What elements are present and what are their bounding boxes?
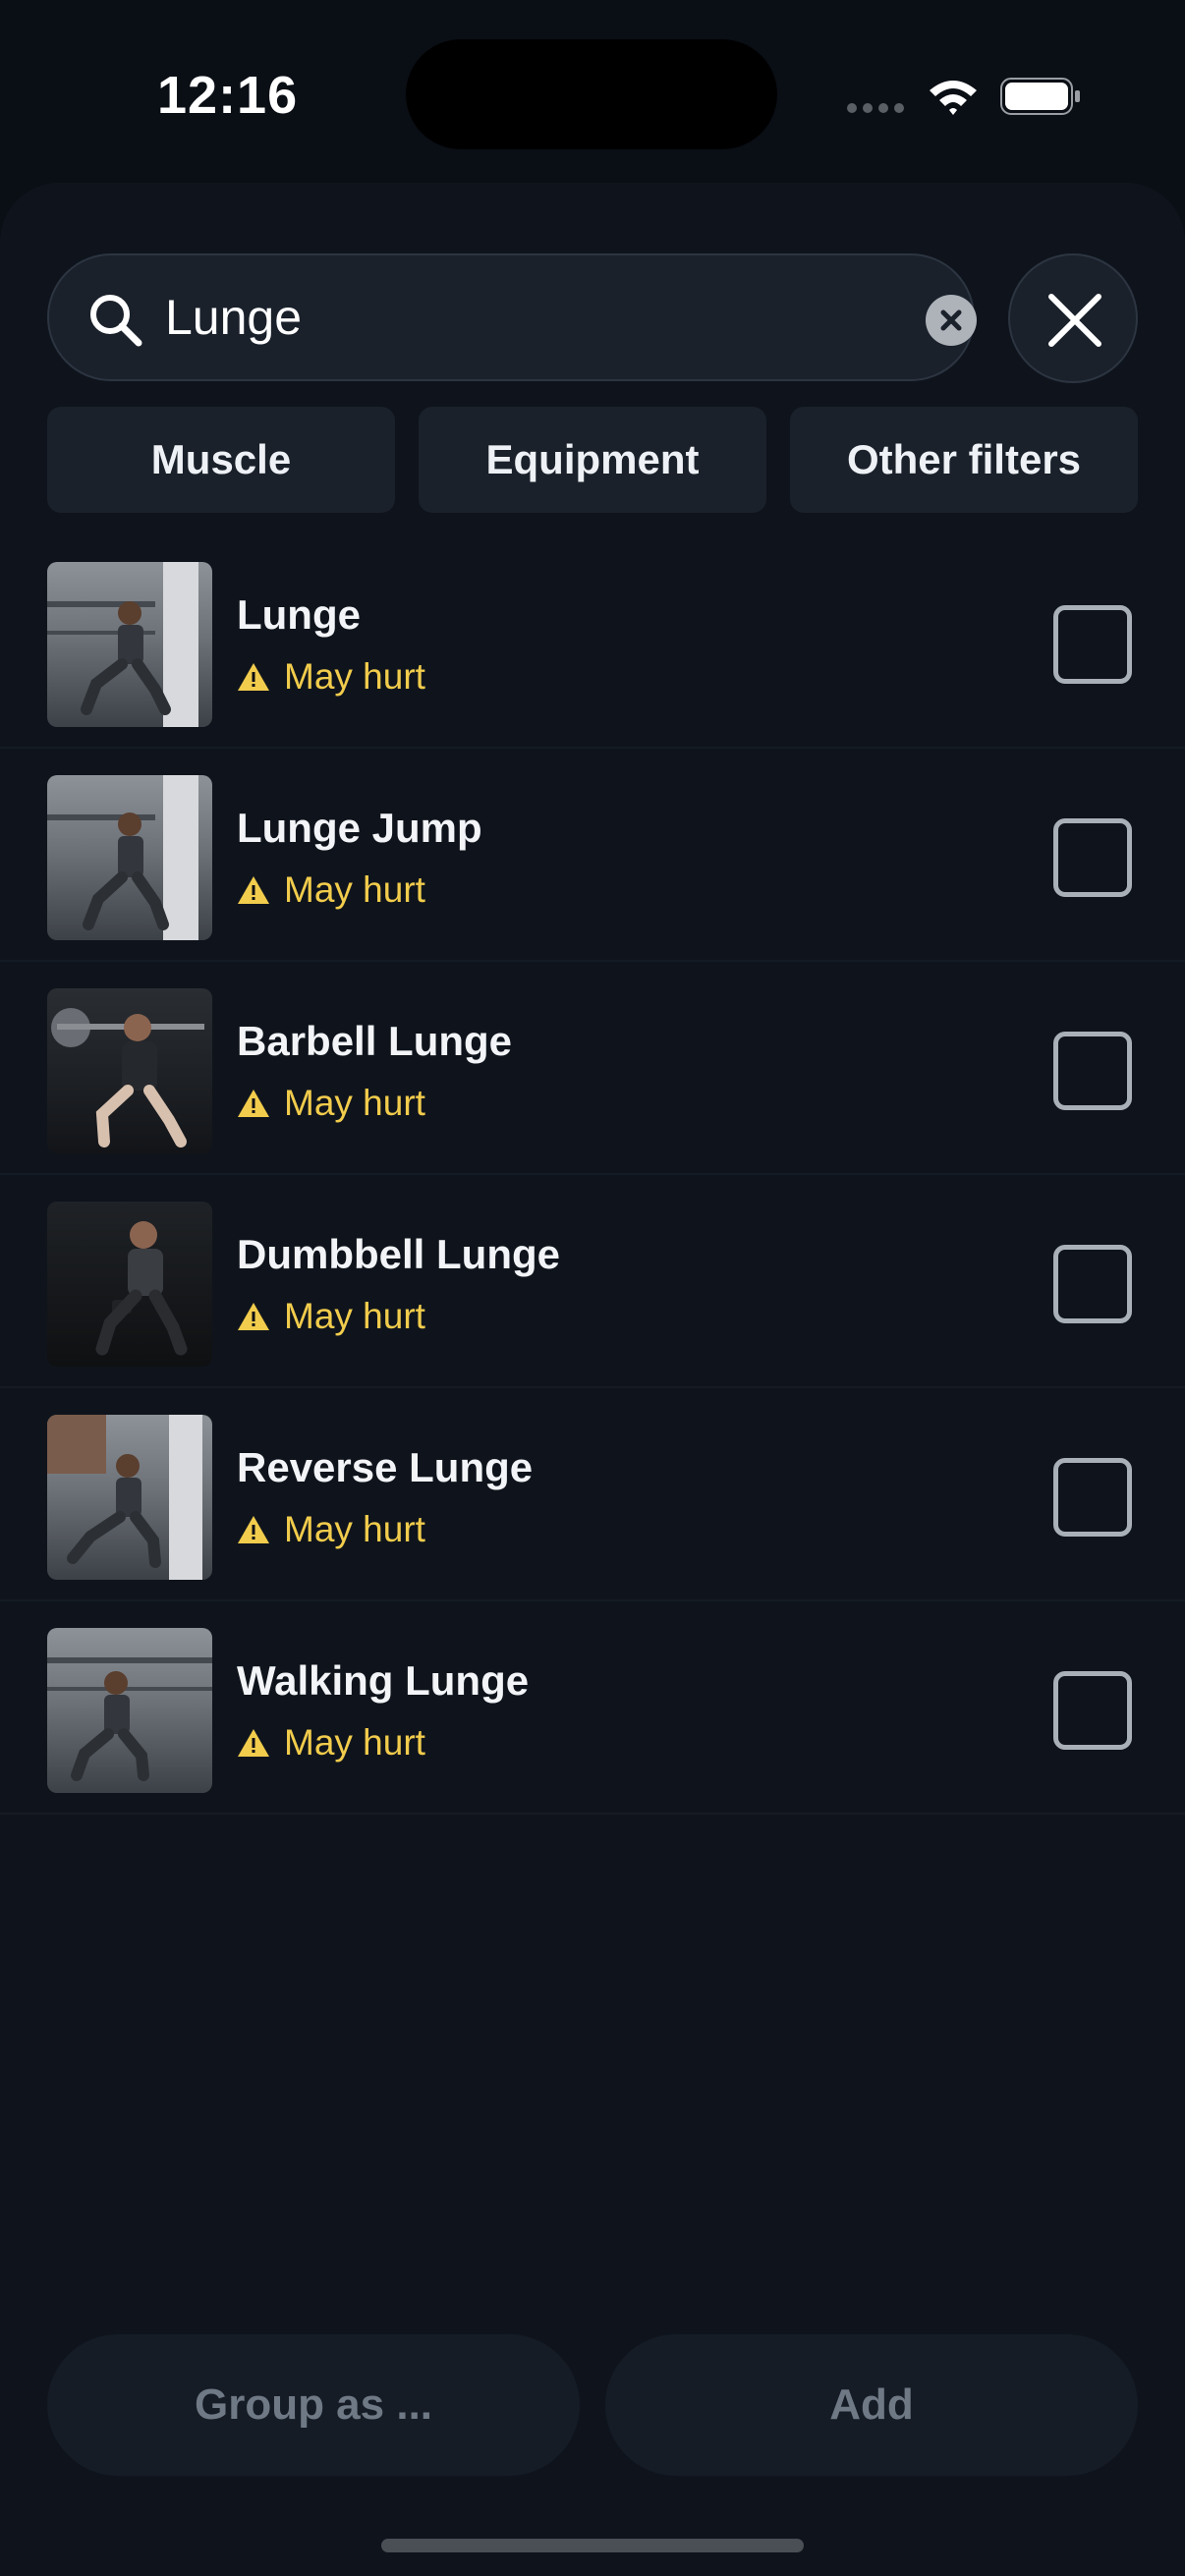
warning-text: May hurt xyxy=(284,1722,425,1763)
filter-muscle-button[interactable]: Muscle xyxy=(47,407,395,513)
exercise-name: Reverse Lunge xyxy=(237,1444,534,1490)
exercise-thumbnail xyxy=(47,1415,212,1580)
wifi-icon xyxy=(930,81,977,115)
warning-icon xyxy=(238,1090,269,1117)
exercise-checkbox[interactable] xyxy=(1053,1032,1132,1110)
exercise-checkbox[interactable] xyxy=(1053,1245,1132,1323)
exercise-row-lunge-jump[interactable]: Lunge Jump May hurt xyxy=(0,750,1185,962)
warning-icon xyxy=(238,663,269,691)
warning-badge: May hurt xyxy=(237,1296,425,1337)
warning-text: May hurt xyxy=(284,656,425,697)
exercise-checkbox[interactable] xyxy=(1053,605,1132,684)
exercise-checkbox[interactable] xyxy=(1053,1458,1132,1537)
clear-search-icon[interactable] xyxy=(926,295,977,346)
exercise-name: Walking Lunge xyxy=(237,1657,530,1704)
filter-other-button[interactable]: Other filters xyxy=(790,407,1138,513)
search-icon xyxy=(90,295,142,347)
exercise-thumbnail xyxy=(47,775,212,940)
warning-badge: May hurt xyxy=(237,1722,425,1764)
warning-text: May hurt xyxy=(284,1296,425,1336)
warning-icon xyxy=(238,876,269,904)
close-button[interactable] xyxy=(1008,253,1138,383)
exercise-row-lunge[interactable]: Lunge May hurt xyxy=(0,536,1185,749)
warning-badge: May hurt xyxy=(237,1083,425,1124)
cellular-signal-icon xyxy=(847,103,904,113)
exercise-name: Lunge Jump xyxy=(237,805,482,851)
exercise-name: Barbell Lunge xyxy=(237,1018,513,1064)
exercise-thumbnail xyxy=(47,1202,212,1367)
warning-text: May hurt xyxy=(284,1509,425,1549)
search-bar[interactable] xyxy=(47,253,977,381)
group-as-button[interactable]: Group as ... xyxy=(47,2334,580,2476)
filter-equipment-button[interactable]: Equipment xyxy=(419,407,766,513)
warning-text: May hurt xyxy=(284,1083,425,1123)
warning-icon xyxy=(238,1729,269,1757)
dynamic-island xyxy=(406,39,777,149)
add-button[interactable]: Add xyxy=(605,2334,1138,2476)
exercise-thumbnail xyxy=(47,562,212,727)
exercise-checkbox[interactable] xyxy=(1053,1671,1132,1750)
exercise-row-dumbbell-lunge[interactable]: Dumbbell Lunge May hurt xyxy=(0,1176,1185,1388)
status-time: 12:16 xyxy=(157,66,299,125)
exercise-name: Dumbbell Lunge xyxy=(237,1231,560,1277)
warning-icon xyxy=(238,1303,269,1330)
warning-icon xyxy=(238,1516,269,1543)
exercise-row-reverse-lunge[interactable]: Reverse Lunge May hurt xyxy=(0,1389,1185,1601)
warning-text: May hurt xyxy=(284,869,425,910)
exercise-thumbnail xyxy=(47,1628,212,1793)
exercise-row-barbell-lunge[interactable]: Barbell Lunge May hurt xyxy=(0,963,1185,1175)
exercise-row-walking-lunge[interactable]: Walking Lunge May hurt xyxy=(0,1602,1185,1815)
home-indicator xyxy=(381,2539,804,2552)
exercise-checkbox[interactable] xyxy=(1053,818,1132,897)
warning-badge: May hurt xyxy=(237,869,425,911)
warning-badge: May hurt xyxy=(237,656,425,698)
exercise-name: Lunge xyxy=(237,591,361,638)
battery-icon xyxy=(1000,78,1080,115)
exercise-thumbnail xyxy=(47,988,212,1153)
warning-badge: May hurt xyxy=(237,1509,425,1550)
status-bar: 12:16 xyxy=(0,0,1185,187)
close-icon xyxy=(1048,294,1101,347)
search-input[interactable] xyxy=(165,275,892,360)
